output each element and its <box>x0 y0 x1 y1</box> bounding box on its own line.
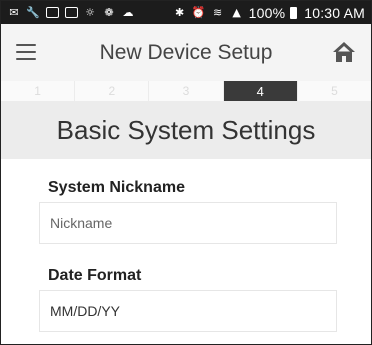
battery-icon <box>290 6 298 19</box>
status-bar: ✉ 🔧 ☼ ❁ ☁ ✱ ⏰ ≋ ▲ 100% 10:30 AM <box>1 1 371 24</box>
date-format-label: Date Format <box>48 267 142 284</box>
step-1: 1 <box>1 81 76 101</box>
app-bar: New Device Setup <box>1 24 371 81</box>
system-icons: ✱ ⏰ ≋ ▲ 100% 10:30 AM <box>173 5 365 21</box>
step-2: 2 <box>75 81 150 101</box>
status-time: 10:30 AM <box>304 4 365 21</box>
notification-icons: ✉ 🔧 ☼ ❁ ☁ <box>7 6 135 20</box>
battery-percent: 100% <box>248 4 286 21</box>
setup-progress-steps: 1 2 3 4 5 <box>1 81 371 101</box>
device-screen: ✉ 🔧 ☼ ❁ ☁ ✱ ⏰ ≋ ▲ 100% 10:30 AM New Devi… <box>0 0 372 345</box>
nickname-label: System Nickname <box>48 179 185 196</box>
section-title: Basic System Settings <box>1 101 371 159</box>
step-3: 3 <box>149 81 224 101</box>
bluetooth-icon: ✱ <box>175 6 185 19</box>
nickname-input[interactable] <box>39 202 337 244</box>
step-4-active: 4 <box>223 81 298 101</box>
signal-icon: ▲ <box>232 6 241 19</box>
app-icon: ❁ <box>104 6 114 19</box>
cloud-icon: ☁ <box>122 6 134 19</box>
weather-icon: ☼ <box>85 6 95 19</box>
page-title: New Device Setup <box>99 40 273 64</box>
date-format-input[interactable] <box>39 290 337 332</box>
step-5: 5 <box>331 84 338 98</box>
home-icon[interactable] <box>331 40 357 64</box>
wrench-icon: 🔧 <box>26 6 40 19</box>
message-icon: ✉ <box>9 6 19 19</box>
gmail-icon <box>45 6 59 20</box>
gmail-icon <box>64 6 78 20</box>
alarm-icon: ⏰ <box>191 6 206 19</box>
wifi-icon: ≋ <box>213 6 223 19</box>
menu-icon[interactable] <box>16 44 36 60</box>
